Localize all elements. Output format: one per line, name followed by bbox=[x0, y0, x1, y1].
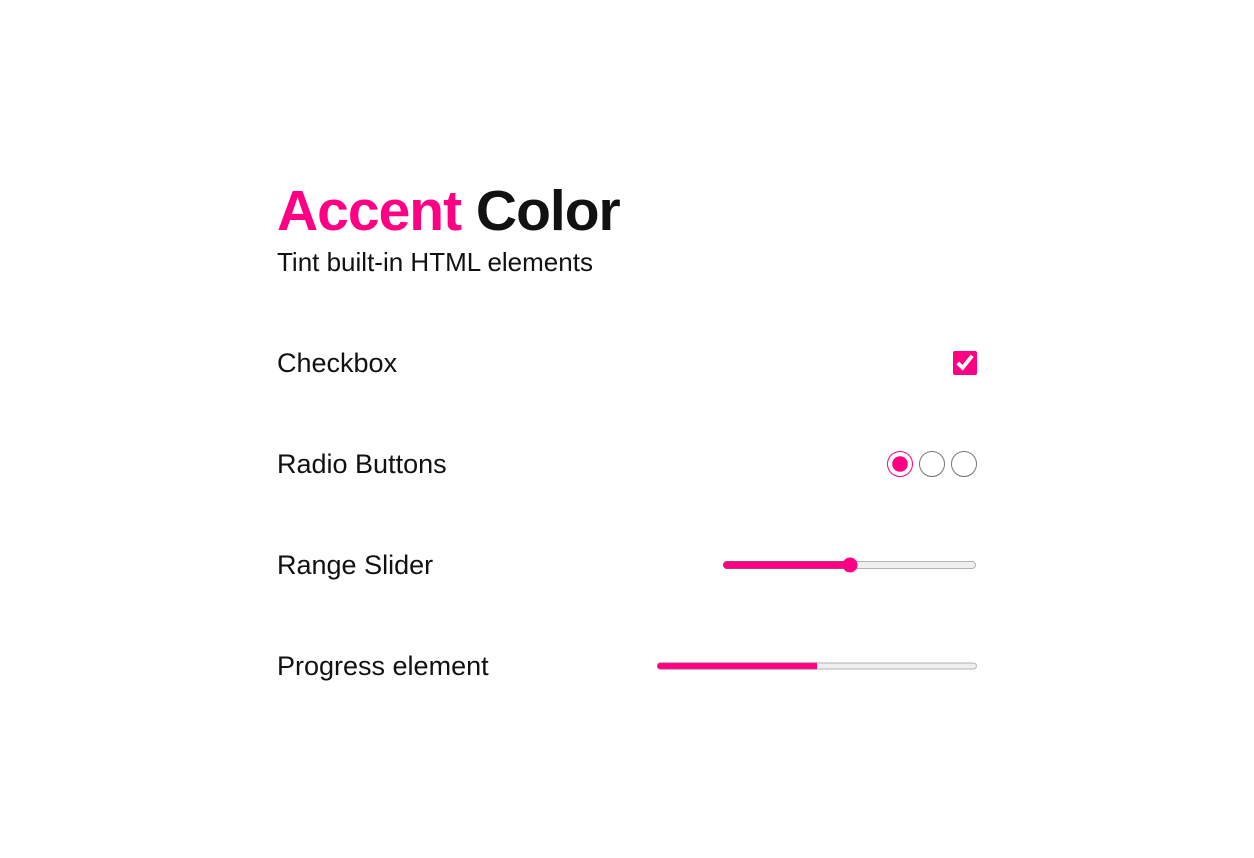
page-subtitle: Tint built-in HTML elements bbox=[277, 247, 977, 278]
radio-option-1[interactable] bbox=[887, 451, 913, 477]
progress-label: Progress element bbox=[277, 651, 489, 682]
checkbox-row: Checkbox bbox=[277, 348, 977, 379]
progress-element bbox=[657, 659, 977, 673]
radio-row: Radio Buttons bbox=[277, 449, 977, 480]
radio-label: Radio Buttons bbox=[277, 449, 447, 480]
radio-controls bbox=[887, 451, 977, 477]
checkbox-controls bbox=[953, 351, 977, 375]
radio-option-3[interactable] bbox=[951, 451, 977, 477]
radio-option-2[interactable] bbox=[919, 451, 945, 477]
main-container: Accent Color Tint built-in HTML elements… bbox=[277, 180, 977, 682]
checkbox-input[interactable] bbox=[953, 351, 977, 375]
progress-row: Progress element bbox=[277, 651, 977, 682]
checkbox-label: Checkbox bbox=[277, 348, 397, 379]
progress-controls bbox=[657, 659, 977, 673]
range-label: Range Slider bbox=[277, 550, 433, 581]
range-controls bbox=[722, 555, 977, 575]
range-row: Range Slider bbox=[277, 550, 977, 581]
page-title: Accent Color bbox=[277, 180, 977, 243]
title-accent-word: Accent bbox=[277, 179, 461, 243]
title-rest: Color bbox=[461, 179, 620, 243]
range-input[interactable] bbox=[722, 555, 977, 575]
